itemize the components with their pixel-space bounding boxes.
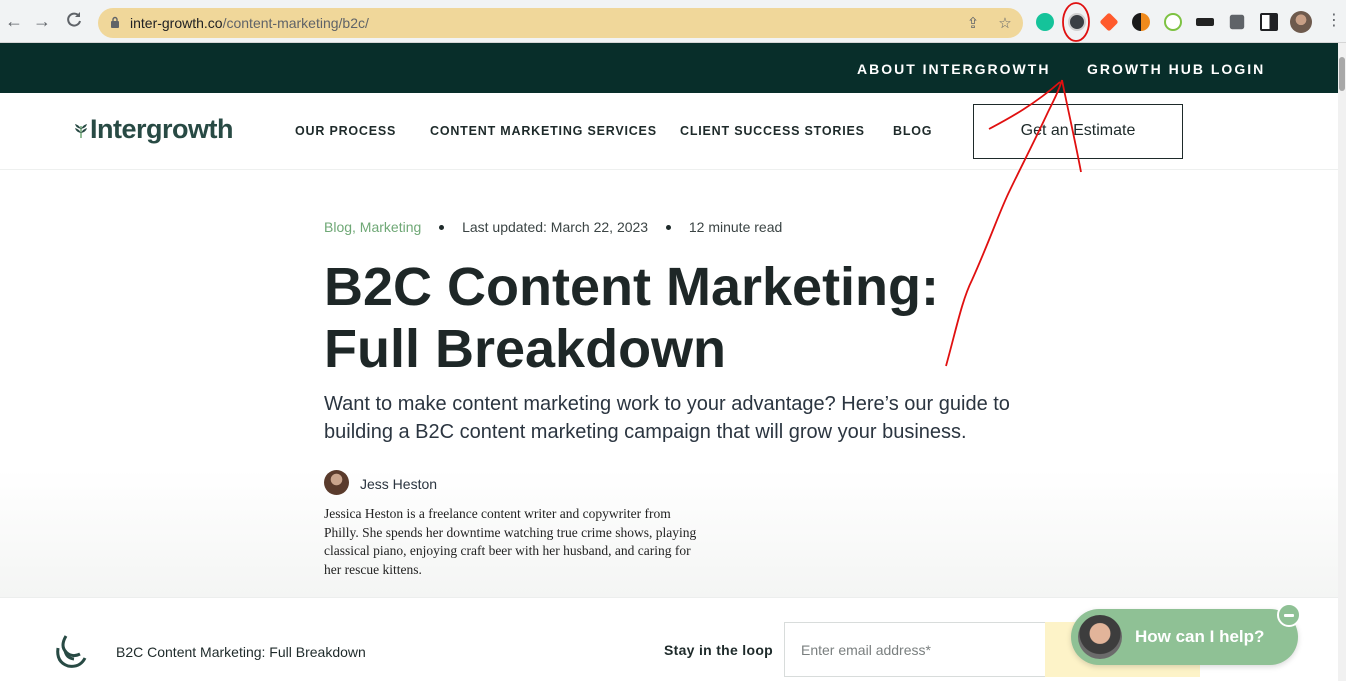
meta-separator xyxy=(439,224,445,230)
url-text: inter-growth.co/content-marketing/b2c/ xyxy=(130,15,369,31)
chat-prompt: How can I help? xyxy=(1135,627,1265,646)
chat-agent-avatar xyxy=(1078,615,1122,659)
last-updated: Last updated: March 22, 2023 xyxy=(462,219,649,235)
scrollbar-thumb[interactable] xyxy=(1339,57,1345,91)
back-arrow-icon[interactable]: ← xyxy=(4,11,24,31)
extension-k-icon[interactable] xyxy=(1068,13,1086,31)
extension-arrow-icon[interactable] xyxy=(1099,12,1119,32)
extension-50-icon[interactable] xyxy=(1164,13,1182,31)
puzzle-icon[interactable] xyxy=(1229,14,1245,30)
sticky-article-title: B2C Content Marketing: Full Breakdown xyxy=(116,644,366,660)
reload-icon[interactable] xyxy=(64,11,84,31)
article-meta: Blog, Marketing Last updated: March 22, … xyxy=(324,219,782,235)
grammarly-icon[interactable] xyxy=(1036,13,1054,31)
logo-wordmark: Intergrowth xyxy=(90,114,234,144)
about-link[interactable]: ABOUT INTERGROWTH xyxy=(857,61,1050,77)
article-categories[interactable]: Blog, Marketing xyxy=(324,219,421,235)
extension-moon-icon[interactable] xyxy=(1132,13,1150,31)
page-scrollbar[interactable] xyxy=(1338,43,1346,681)
chat-minimize-icon[interactable] xyxy=(1277,603,1301,627)
nav-our-process[interactable]: OUR PROCESS xyxy=(295,124,396,138)
newsletter-email-input[interactable] xyxy=(784,622,1046,677)
nav-blog[interactable]: BLOG xyxy=(893,124,932,138)
meta-separator xyxy=(665,224,671,230)
kebab-menu-icon[interactable]: ⋮ xyxy=(1324,11,1344,31)
author-avatar xyxy=(324,470,349,495)
share-icon[interactable]: ⇪ xyxy=(964,15,982,33)
read-time: 12 minute read xyxy=(688,219,783,235)
growth-hub-login-link[interactable]: GROWTH HUB LOGIN xyxy=(1087,61,1265,77)
sidepanel-icon[interactable] xyxy=(1260,13,1278,31)
chat-widget[interactable]: How can I help? xyxy=(1071,609,1298,665)
address-bar[interactable]: inter-growth.co/content-marketing/b2c/ ⇪… xyxy=(98,8,1023,38)
nav-content-marketing-services[interactable]: CONTENT MARKETING SERVICES xyxy=(430,124,657,138)
lock-icon[interactable] xyxy=(110,16,120,28)
intergrowth-swirl-icon xyxy=(56,635,87,668)
star-icon[interactable]: ☆ xyxy=(996,15,1014,33)
browser-toolbar: ← → inter-growth.co/content-marketing/b2… xyxy=(0,0,1346,43)
article-header: Blog, Marketing Last updated: March 22, … xyxy=(0,170,1338,597)
forward-arrow-icon[interactable]: → xyxy=(32,11,52,31)
logo-wheat-icon xyxy=(75,124,87,138)
profile-avatar[interactable] xyxy=(1290,11,1312,33)
get-estimate-button[interactable]: Get an Estimate xyxy=(973,104,1183,159)
main-nav: Intergrowth OUR PROCESS CONTENT MARKETIN… xyxy=(0,93,1338,170)
nav-client-success-stories[interactable]: CLIENT SUCCESS STORIES xyxy=(680,124,865,138)
newsletter-label: Stay in the loop xyxy=(664,642,774,658)
extension-hh-icon[interactable] xyxy=(1196,18,1214,26)
author-name[interactable]: Jess Heston xyxy=(360,476,437,492)
article-subtitle: Want to make content marketing work to y… xyxy=(324,393,1010,443)
utility-bar: ABOUT INTERGROWTH GROWTH HUB LOGIN xyxy=(0,43,1338,93)
author-bio: Jessica Heston is a freelance content wr… xyxy=(324,506,697,577)
article-title: B2C Content Marketing: Full Breakdown xyxy=(324,257,940,379)
